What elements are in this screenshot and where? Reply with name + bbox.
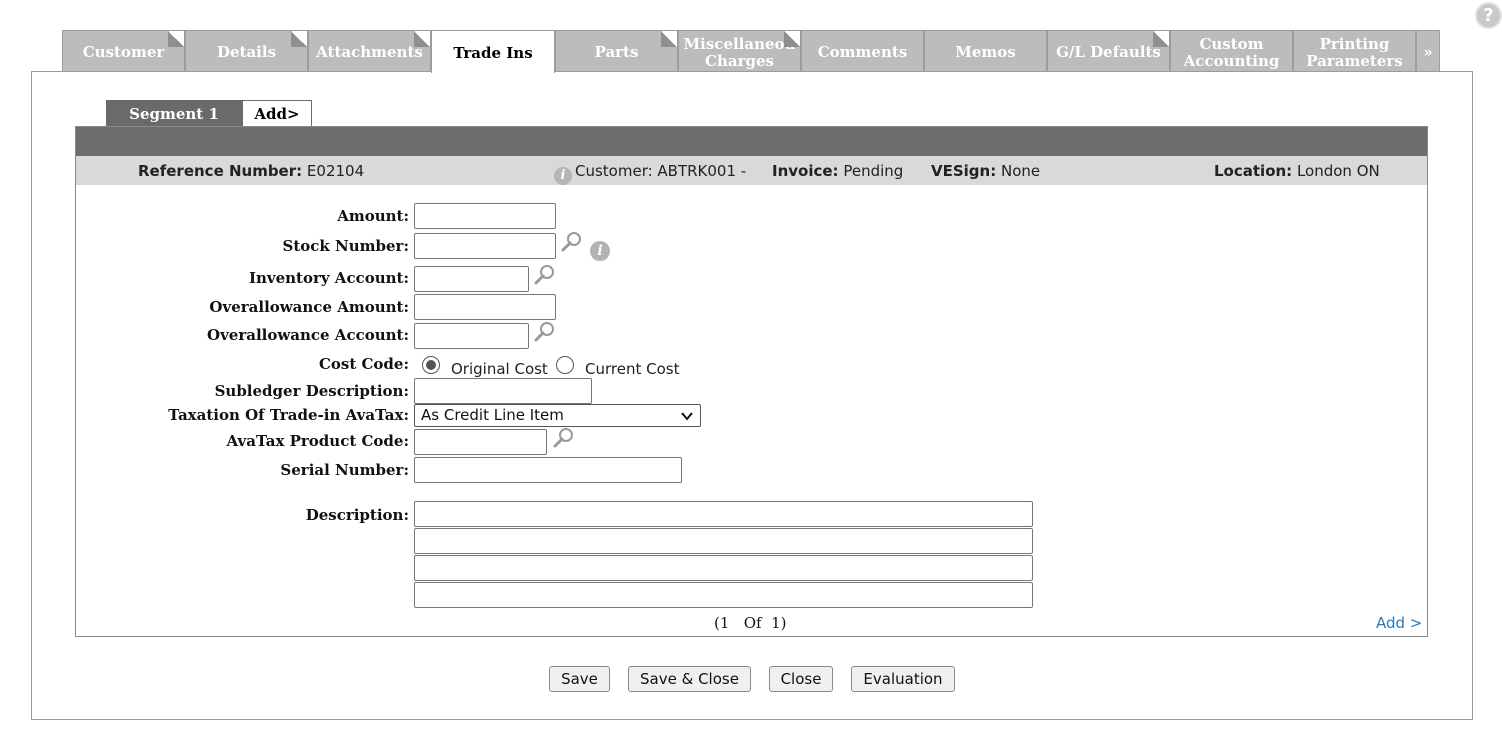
add-link[interactable]: Add > [1376,614,1422,632]
tab-fold-icon [414,31,430,47]
tab-label: Memos [955,43,1016,61]
tab-miscellaneous-charges[interactable]: Miscellaneou Charges [678,30,801,72]
close-button[interactable]: Close [769,666,833,692]
description-line-2[interactable] [414,528,1033,554]
stock-lookup-magnifier-icon[interactable] [560,230,584,254]
tab-memos[interactable]: Memos [924,30,1047,72]
overallowance-amount-label: Overallowance Amount: [209,298,409,316]
tab-attachments[interactable]: Attachments [308,30,431,72]
tab-fold-icon [168,31,184,47]
tab-parts[interactable]: Parts [555,30,678,72]
overallowance-account-input[interactable] [414,323,529,349]
cost-code-label: Cost Code: [318,355,409,373]
avatax-product-code-input[interactable] [414,429,547,455]
location-info: Location: London ON [1214,162,1380,180]
tab-fold-icon [661,31,677,47]
invoice-label: Invoice: [772,162,839,180]
vesign-info: VESign: None [931,162,1040,180]
vesign-label: VESign: [931,162,997,180]
tab-comments[interactable]: Comments [801,30,924,72]
inventory-account-label: Inventory Account: [248,269,409,287]
tab-segment-1[interactable]: Segment 1 [106,100,242,127]
tab-label-line1: Miscellaneou [683,34,796,53]
description-line-1[interactable] [414,501,1033,527]
info-bar: Reference Number: E02104 i Customer: ABTR… [76,156,1427,185]
save-close-button[interactable]: Save & Close [628,666,751,692]
tab-fold-icon [291,31,307,47]
tab-label: Parts [594,43,639,61]
inventory-lookup-magnifier-icon[interactable] [533,263,557,287]
tab-label-line2: Accounting [1183,51,1280,70]
pager-text: (1 Of 1) [714,614,787,632]
tab-gl-defaults[interactable]: G/L Defaults [1047,30,1170,72]
save-button[interactable]: Save [549,666,610,692]
tab-customer[interactable]: Customer [62,30,185,72]
customer-info: i Customer: ABTRK001 - [554,162,746,185]
amount-label: Amount: [337,207,409,225]
tab-label: Comments [817,43,908,61]
info-icon[interactable]: i [554,167,572,185]
add-segment-tab[interactable]: Add> [242,100,312,127]
help-icon[interactable]: ? [1475,2,1502,29]
inventory-account-input[interactable] [414,266,529,292]
overallowance-lookup-magnifier-icon[interactable] [533,320,557,344]
stock-number-input[interactable] [414,233,556,259]
location-value: London ON [1296,162,1380,180]
original-cost-radio[interactable] [422,356,440,374]
chevron-down-icon [681,412,693,421]
invoice-value: Pending [843,162,904,180]
tab-trade-ins[interactable]: Trade Ins [431,30,555,73]
tab-details[interactable]: Details [185,30,308,72]
taxation-selected-value: As Credit Line Item [421,406,564,424]
tab-label: G/L Defaults [1056,43,1161,61]
stock-info-icon[interactable]: i [590,241,610,261]
reference-number: Reference Number: E02104 [138,162,364,180]
description-label: Description: [305,506,409,524]
location-label: Location: [1214,162,1293,180]
current-cost-label: Current Cost [585,360,680,378]
subledger-description-label: Subledger Description: [214,382,409,400]
tab-custom-accounting[interactable]: Custom Accounting [1170,30,1293,72]
serial-number-label: Serial Number: [280,461,409,479]
description-line-4[interactable] [414,582,1033,608]
overallowance-account-label: Overallowance Account: [207,326,409,344]
tab-printing-parameters[interactable]: Printing Parameters [1293,30,1416,72]
amount-input[interactable] [414,203,556,229]
tab-label-line1: Printing [1319,34,1390,53]
tab-label: » [1423,43,1433,61]
description-line-3[interactable] [414,555,1033,581]
tab-fold-icon [784,31,800,47]
tab-label-line1: Custom [1199,34,1264,53]
taxation-avatax-label: Taxation Of Trade-in AvaTax: [168,406,409,424]
serial-number-input[interactable] [414,457,682,483]
stock-number-label: Stock Number: [282,237,409,255]
evaluation-button[interactable]: Evaluation [851,666,955,692]
avatax-lookup-magnifier-icon[interactable] [552,426,576,450]
tab-label: Trade Ins [453,43,533,62]
current-cost-radio[interactable] [556,356,574,374]
invoice-info: Invoice: Pending [772,162,903,180]
panel-header [76,127,1427,156]
tab-label-line2: Charges [705,51,774,70]
tab-label: Customer [82,43,165,61]
avatax-product-code-label: AvaTax Product Code: [226,432,409,450]
tab-label-line2: Parameters [1306,51,1403,70]
reference-label: Reference Number: [138,162,303,180]
tab-label: Attachments [316,43,423,61]
tab-fold-icon [1153,31,1169,47]
tab-label: Details [216,43,277,61]
vesign-value: None [1001,162,1041,180]
subledger-description-input[interactable] [414,378,592,404]
overallowance-amount-input[interactable] [414,294,556,320]
original-cost-label: Original Cost [451,360,548,378]
taxation-avatax-select[interactable]: As Credit Line Item [414,404,701,427]
customer-text: Customer: ABTRK001 - [575,162,747,180]
reference-value: E02104 [306,162,365,180]
tab-more-chevron-icon[interactable]: » [1416,30,1440,72]
